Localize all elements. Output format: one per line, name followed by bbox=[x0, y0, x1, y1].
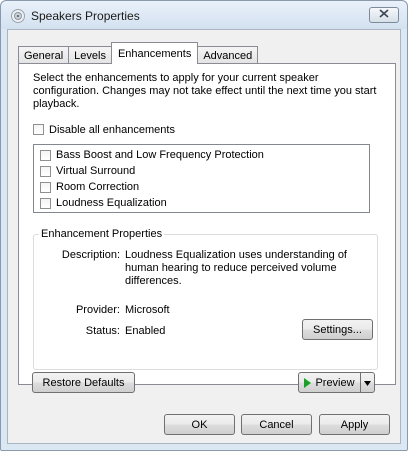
preview-dropdown[interactable] bbox=[360, 373, 374, 392]
list-item-loudness-equalization[interactable]: Loudness Equalization bbox=[40, 195, 167, 211]
disable-all-checkbox[interactable]: Disable all enhancements bbox=[33, 124, 175, 136]
checkbox-box[interactable] bbox=[40, 181, 51, 193]
cancel-button[interactable]: Cancel bbox=[241, 414, 312, 435]
apply-button[interactable]: Apply bbox=[319, 414, 390, 435]
intro-text: Select the enhancements to apply for you… bbox=[33, 72, 377, 110]
dialog-client: General Levels Enhancements Advanced Sel… bbox=[7, 29, 401, 444]
description-label: Description: bbox=[61, 249, 120, 261]
status-value: Enabled bbox=[125, 325, 166, 337]
restore-defaults-button[interactable]: Restore Defaults bbox=[32, 372, 135, 393]
settings-button[interactable]: Settings... bbox=[302, 319, 373, 340]
list-item-bass-boost[interactable]: Bass Boost and Low Frequency Protection bbox=[40, 147, 264, 163]
checkbox-box[interactable] bbox=[40, 165, 51, 177]
window-title: Speakers Properties bbox=[31, 9, 140, 23]
close-icon bbox=[379, 9, 389, 21]
provider-value: Microsoft bbox=[125, 304, 170, 316]
tab-general[interactable]: General bbox=[18, 46, 70, 64]
enhancements-list: Bass Boost and Low Frequency Protection … bbox=[33, 144, 370, 213]
play-icon bbox=[304, 377, 312, 388]
checkbox-box[interactable] bbox=[33, 124, 44, 135]
preview-main[interactable]: Preview bbox=[299, 373, 360, 392]
group-title: Enhancement Properties bbox=[39, 228, 165, 240]
list-item-room-correction[interactable]: Room Correction bbox=[40, 179, 139, 195]
enhancements-panel: Select the enhancements to apply for you… bbox=[18, 63, 396, 385]
close-button[interactable] bbox=[369, 7, 399, 23]
dropdown-arrow-icon bbox=[364, 377, 371, 389]
tab-advanced[interactable]: Advanced bbox=[197, 46, 259, 64]
tab-levels[interactable]: Levels bbox=[68, 46, 112, 64]
provider-label: Provider: bbox=[75, 304, 120, 316]
status-label: Status: bbox=[85, 325, 120, 337]
checkbox-box[interactable] bbox=[40, 149, 51, 161]
preview-button[interactable]: Preview bbox=[298, 372, 375, 393]
ok-button[interactable]: OK bbox=[164, 414, 235, 435]
list-item-virtual-surround[interactable]: Virtual Surround bbox=[40, 163, 135, 179]
enhancement-properties-group: Enhancement Properties Description: Loud… bbox=[33, 228, 378, 370]
tab-strip: General Levels Enhancements Advanced bbox=[18, 42, 259, 64]
tab-enhancements[interactable]: Enhancements bbox=[110, 42, 199, 64]
checkbox-box[interactable] bbox=[40, 197, 51, 209]
properties-window: Speakers Properties General Levels Enhan… bbox=[0, 0, 408, 451]
speaker-icon bbox=[10, 8, 26, 24]
description-value: Loudness Equalization uses understanding… bbox=[125, 249, 347, 287]
title-bar[interactable]: Speakers Properties bbox=[1, 1, 407, 29]
